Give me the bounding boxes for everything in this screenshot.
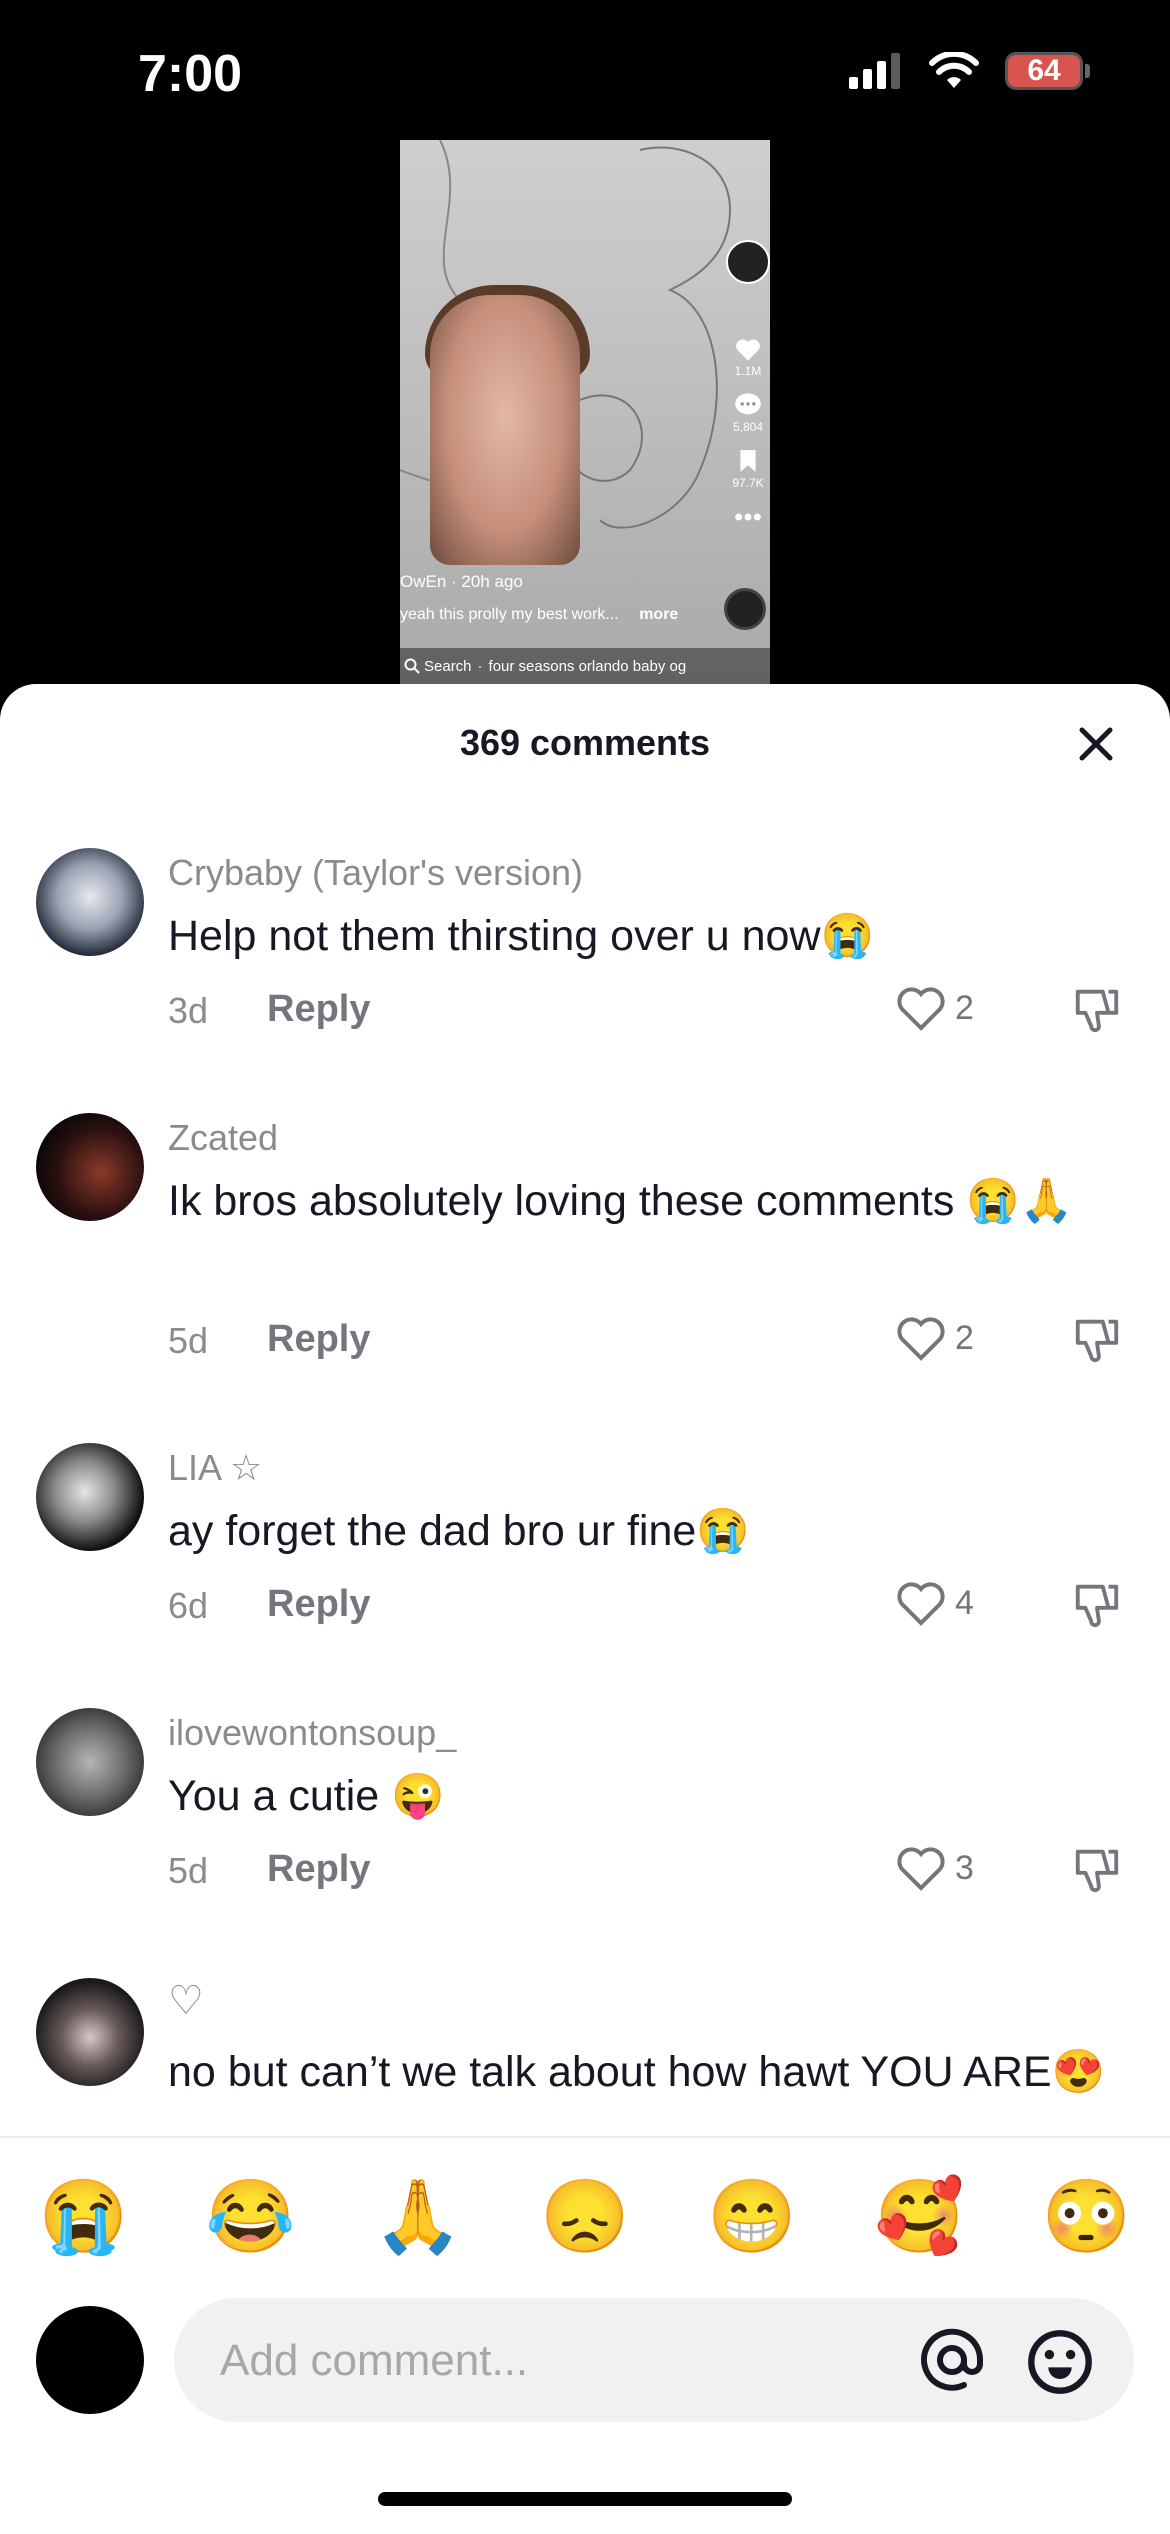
comment-age: 5d — [168, 1850, 209, 1891]
search-icon — [404, 658, 420, 674]
battery-level: 64 — [1005, 52, 1083, 90]
emoji-hearts-button[interactable]: 🥰 — [874, 2174, 964, 2259]
comment-username[interactable]: Crybaby (Taylor's version) — [168, 852, 583, 894]
cellular-signal-icon — [849, 53, 900, 89]
heart-icon[interactable] — [734, 336, 762, 362]
commenter-avatar[interactable] — [36, 848, 144, 956]
reply-button[interactable]: Reply — [267, 988, 370, 1031]
comment-username[interactable]: Zcated — [168, 1117, 278, 1159]
reply-button[interactable]: Reply — [267, 1848, 370, 1891]
video-caption: yeah this prolly my best work... — [400, 606, 619, 623]
comment-input-pill — [174, 2298, 1134, 2424]
heart-outline-icon — [897, 987, 945, 1031]
comment-username[interactable]: ilovewontonsoup_ — [168, 1712, 456, 1754]
comment-composer: 😭 😂 🙏 😞 😁 🥰 😳 — [0, 2136, 1170, 2534]
video-search-bar[interactable]: Search · four seasons orlando baby og — [400, 648, 770, 684]
search-label: Search — [424, 657, 472, 675]
like-button[interactable]: 4 — [895, 1579, 974, 1627]
comment-text: ay forget the dad bro ur fine😭 — [168, 1507, 750, 1555]
emoji-flushed-button[interactable]: 😳 — [1042, 2174, 1132, 2259]
like-button[interactable]: 3 — [895, 1844, 974, 1892]
comments-count-title: 369 comments — [459, 722, 711, 763]
video-like-count: 1.1M — [734, 364, 762, 378]
reply-button[interactable]: Reply — [267, 1583, 370, 1626]
reply-button[interactable]: Reply — [267, 1318, 370, 1361]
comment-text: no but can’t we talk about how hawt YOU … — [168, 2048, 1106, 2096]
home-indicator — [378, 2492, 792, 2506]
thumbs-down-icon[interactable] — [1072, 984, 1122, 1034]
wifi-icon — [929, 52, 979, 88]
search-query: four seasons orlando baby og — [488, 657, 687, 675]
video-subject-face — [430, 295, 580, 565]
comment-text: Ik bros absolutely loving these comments… — [168, 1177, 1074, 1225]
thumbs-down-icon[interactable] — [1072, 1579, 1122, 1629]
battery-indicator: 64 — [1005, 52, 1090, 90]
comment-username[interactable]: LIA ☆ — [168, 1447, 262, 1489]
video-save-count: 97.7K — [732, 476, 764, 490]
comment-text: You a cutie 😜 — [168, 1772, 445, 1820]
video-action-rail: 1.1M 5,804 97.7K — [726, 240, 770, 530]
music-disc-icon[interactable] — [724, 588, 766, 630]
comment-bubble-icon[interactable] — [734, 392, 762, 418]
mention-at-icon[interactable] — [920, 2328, 984, 2392]
thumbs-down-icon[interactable] — [1072, 1844, 1122, 1894]
heart-outline-icon — [897, 1582, 945, 1626]
video-author-line[interactable]: OwEn · 20h ago — [400, 572, 523, 592]
comment-item: ♡ no but can’t we talk about how hawt YO… — [0, 1974, 1170, 2136]
quick-emoji-row: 😭 😂 🙏 😞 😁 🥰 😳 — [0, 2174, 1170, 2259]
video-preview[interactable]: 1.1M 5,804 97.7K OwEn · 20h ago yeah thi… — [400, 140, 770, 684]
status-time: 7:00 — [138, 45, 243, 103]
thumbs-down-icon[interactable] — [1072, 1314, 1122, 1364]
like-count: 3 — [955, 1848, 974, 1887]
commenter-avatar[interactable] — [36, 1708, 144, 1816]
heart-outline-icon — [897, 1847, 945, 1891]
status-bar: 7:00 64 — [0, 0, 1170, 140]
like-count: 2 — [955, 1318, 974, 1357]
like-button[interactable]: 2 — [895, 984, 974, 1032]
emoji-picker-icon[interactable] — [1026, 2328, 1094, 2396]
emoji-praying-button[interactable]: 🙏 — [373, 2174, 463, 2259]
video-comment-count: 5,804 — [732, 420, 764, 434]
add-comment-input[interactable] — [218, 2298, 862, 2424]
status-icons: 64 — [847, 52, 1090, 90]
creator-avatar[interactable] — [726, 240, 770, 284]
current-user-avatar — [36, 2306, 144, 2414]
like-count: 4 — [955, 1583, 974, 1622]
comment-age: 5d — [168, 1320, 209, 1361]
comment-age: 3d — [168, 990, 209, 1031]
like-button[interactable]: 2 — [895, 1314, 974, 1362]
emoji-crying-button[interactable]: 😭 — [39, 2174, 129, 2259]
heart-outline-icon — [897, 1317, 945, 1361]
bookmark-icon[interactable] — [734, 448, 762, 474]
comment-age: 6d — [168, 1585, 209, 1626]
like-count: 2 — [955, 988, 974, 1027]
commenter-avatar[interactable] — [36, 1113, 144, 1221]
emoji-grinning-button[interactable]: 😁 — [707, 2174, 797, 2259]
video-posted-time: 20h ago — [461, 572, 523, 591]
caption-more-link[interactable]: more — [639, 606, 678, 623]
close-icon[interactable] — [1072, 720, 1120, 768]
more-options-icon[interactable] — [734, 504, 762, 530]
comment-username[interactable]: ♡ — [168, 1978, 204, 2024]
commenter-avatar[interactable] — [36, 1443, 144, 1551]
emoji-laughing-button[interactable]: 😂 — [206, 2174, 296, 2259]
commenter-avatar[interactable] — [36, 1978, 144, 2086]
emoji-disappointed-button[interactable]: 😞 — [540, 2174, 630, 2259]
video-caption-line[interactable]: yeah this prolly my best work... more — [400, 606, 678, 624]
video-author: OwEn — [400, 572, 447, 591]
comment-text: Help not them thirsting over u now😭 — [168, 912, 875, 960]
